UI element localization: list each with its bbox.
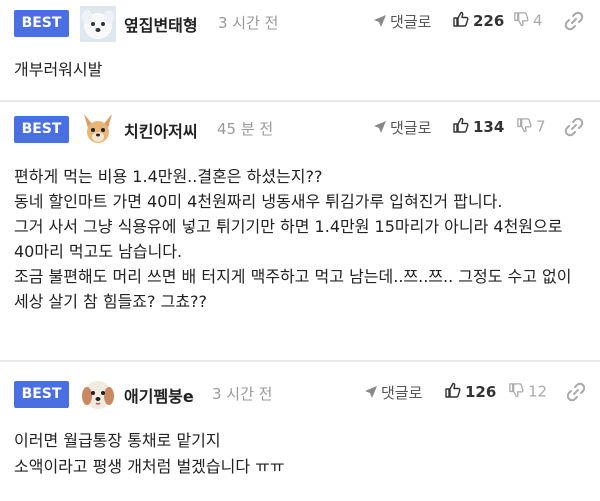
comment-item: BEST 애기펨붕e 3 시간 전 댓글로 126 12 이러면 월급통장 통채…	[0, 362, 600, 501]
reply-label: 댓글로	[381, 384, 423, 402]
best-badge: BEST	[14, 381, 69, 408]
dislike-button[interactable]: 12	[508, 382, 547, 406]
send-icon	[373, 120, 387, 138]
comment-item: BEST 옆집변태형 3 시간 전 댓글로 226 4 개부러워시발	[0, 0, 600, 100]
fluffy-dog-avatar-icon	[80, 376, 116, 412]
comment-body: 편하게 먹는 비용 1.4만원..결혼은 하셨는지?? 동네 할인마트 가면 4…	[14, 167, 572, 311]
dislike-count: 12	[528, 382, 548, 401]
timestamp: 3 시간 전	[212, 385, 273, 403]
link-icon[interactable]	[564, 11, 586, 33]
nickname[interactable]: 애기펨붕e	[124, 383, 194, 407]
timestamp: 45 분 전	[217, 120, 274, 138]
like-count: 126	[465, 383, 497, 401]
link-icon[interactable]	[566, 382, 588, 404]
best-badge: BEST	[14, 10, 69, 37]
like-button[interactable]: 134	[452, 117, 504, 141]
dislike-count: 4	[533, 11, 543, 30]
nickname[interactable]: 치킨아저씨	[124, 118, 198, 142]
timestamp: 3 시간 전	[218, 14, 279, 32]
comment-item: BEST 치킨아저씨 45 분 전 댓글로 134 7 편하게 먹는 비용 1.…	[0, 102, 600, 360]
thumbs-up-icon	[444, 382, 461, 403]
link-icon[interactable]	[564, 117, 586, 139]
best-badge: BEST	[14, 116, 69, 143]
comment-body: 개부러워시발	[14, 60, 103, 79]
send-icon	[364, 385, 378, 403]
avatar[interactable]	[80, 376, 116, 412]
reply-button[interactable]: 댓글로	[364, 382, 422, 406]
reply-label: 댓글로	[390, 119, 432, 137]
reply-button[interactable]: 댓글로	[373, 11, 431, 35]
reply-button[interactable]: 댓글로	[373, 117, 431, 141]
dislike-button[interactable]: 4	[513, 11, 543, 35]
dislike-button[interactable]: 7	[516, 117, 546, 141]
comment-header: BEST 옆집변태형 3 시간 전 댓글로 226 4	[0, 0, 600, 46]
send-icon	[373, 14, 387, 32]
white-puppy-avatar-icon	[80, 6, 116, 42]
comment-body: 이러면 월급통장 통채로 맡기지 소액이라고 평생 개처럼 벌겠습니다 ㅠㅠ	[14, 431, 285, 476]
like-button[interactable]: 226	[452, 11, 504, 35]
thumbs-down-icon	[513, 11, 529, 31]
avatar[interactable]	[80, 6, 116, 42]
nickname[interactable]: 옆집변태형	[124, 12, 198, 36]
reply-label: 댓글로	[390, 13, 432, 31]
avatar[interactable]	[80, 111, 116, 147]
thumbs-down-icon	[516, 117, 532, 137]
dislike-count: 7	[536, 117, 546, 136]
like-count: 134	[473, 118, 505, 136]
thumbs-down-icon	[508, 382, 524, 402]
comment-header: BEST 애기펨붕e 3 시간 전 댓글로 126 12	[0, 362, 600, 412]
thumbs-up-icon	[452, 11, 469, 32]
chihuahua-avatar-icon	[80, 111, 116, 147]
comment-header: BEST 치킨아저씨 45 분 전 댓글로 134 7	[0, 102, 600, 148]
like-count: 226	[473, 12, 505, 30]
like-button[interactable]: 126	[444, 382, 496, 406]
thumbs-up-icon	[452, 117, 469, 138]
